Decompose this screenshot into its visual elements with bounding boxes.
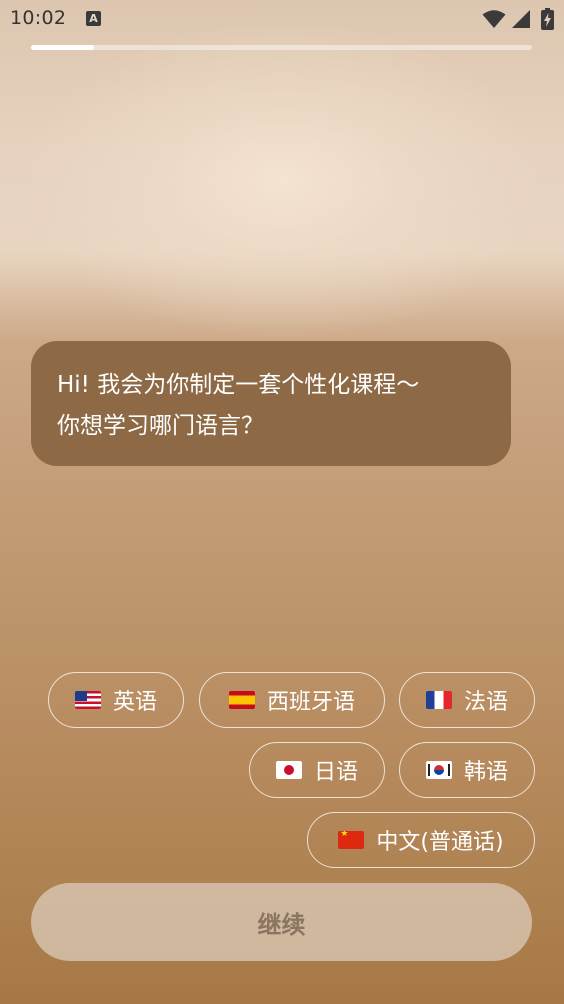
language-chip-chinese-mandarin[interactable]: 中文(普通话) [307, 812, 535, 868]
cn-flag-icon [338, 831, 365, 849]
chat-message-line-2: 你想学习哪门语言？ [57, 413, 264, 439]
chat-bubble: Hi! 我会为你制定一套个性化课程～ 你想学习哪门语言？ [31, 341, 511, 466]
status-bar: 10:02 A [0, 0, 564, 38]
fr-flag-icon [425, 691, 452, 709]
language-label: 英语 [112, 690, 157, 715]
language-label: 日语 [313, 760, 358, 785]
language-label: 西班牙语 [266, 690, 355, 715]
status-time: 10:02 [10, 7, 67, 29]
language-chip-english[interactable]: 英语 [48, 672, 184, 728]
language-chip-korean[interactable]: 韩语 [399, 742, 535, 798]
wifi-icon [482, 10, 506, 28]
language-chip-spanish[interactable]: 西班牙语 [199, 672, 385, 728]
language-label: 法语 [463, 690, 508, 715]
es-flag-icon [228, 691, 255, 709]
language-chip-french[interactable]: 法语 [399, 672, 535, 728]
kr-flag-icon [425, 761, 452, 779]
notification-a-icon: A [86, 11, 101, 26]
language-label: 中文(普通话) [376, 830, 504, 855]
continue-button[interactable]: 继续 [31, 883, 532, 961]
us-flag-icon [74, 691, 101, 709]
progress-fill [31, 45, 94, 50]
cellular-signal-icon [512, 10, 530, 28]
battery-charging-icon [541, 8, 554, 30]
language-label: 韩语 [463, 760, 508, 785]
progress-bar [31, 45, 532, 50]
jp-flag-icon [275, 761, 302, 779]
chat-message-line-1: Hi! 我会为你制定一套个性化课程～ [57, 372, 420, 398]
language-chip-japanese[interactable]: 日语 [249, 742, 385, 798]
